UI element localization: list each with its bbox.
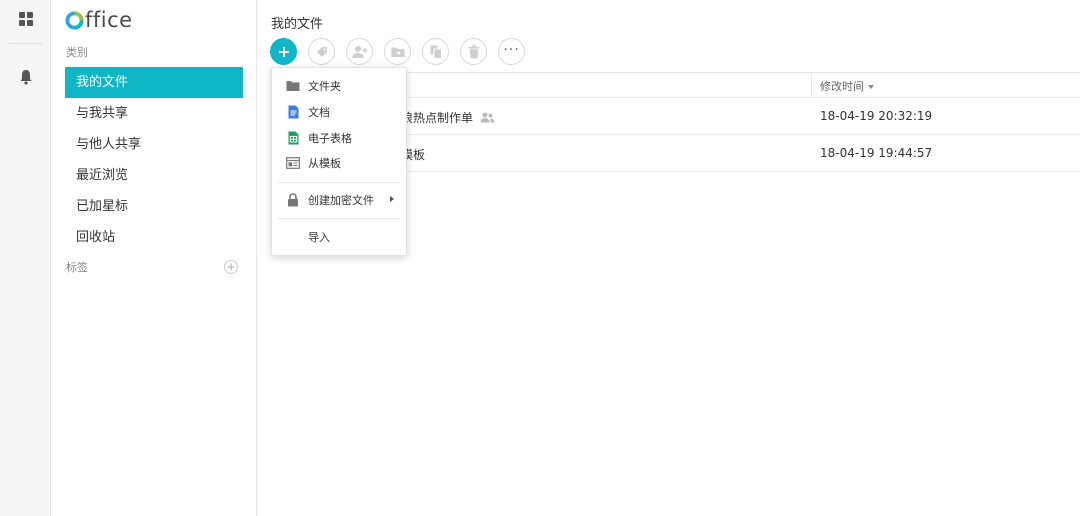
- apps-grid-icon: [18, 12, 33, 26]
- shared-users-icon: [480, 112, 495, 123]
- menu-item-label: 电子表格: [308, 132, 352, 145]
- menu-item-create-encrypted[interactable]: 创建加密文件: [272, 187, 406, 213]
- left-rail: [0, 0, 51, 516]
- more-icon: ···: [503, 41, 520, 58]
- share-user-icon: [352, 45, 367, 58]
- menu-icon-spacer: [286, 230, 300, 244]
- modified-time: 18-04-19 20:32:19: [820, 109, 933, 123]
- tag-button[interactable]: [308, 38, 335, 65]
- submenu-arrow-icon: [390, 196, 394, 202]
- notifications-button[interactable]: [0, 69, 51, 85]
- spreadsheet-icon: [286, 131, 300, 145]
- tags-label: 标签: [66, 261, 88, 274]
- share-button[interactable]: [346, 38, 373, 65]
- copy-button[interactable]: [422, 38, 449, 65]
- more-button[interactable]: ···: [498, 38, 525, 65]
- document-icon: [286, 105, 300, 119]
- office-logo: ffice: [65, 6, 133, 34]
- category-nav: 我的文件 与我共享 与他人共享 最近浏览 已加星标 回收站: [65, 67, 243, 253]
- add-button[interactable]: [270, 38, 297, 65]
- modified-time: 18-04-19 19:44:57: [820, 146, 933, 160]
- category-sidebar: ffice 类别 我的文件 与我共享 与他人共享 最近浏览 已加星标 回收站 标…: [51, 0, 257, 516]
- menu-item-label: 文档: [308, 106, 330, 119]
- tags-section: 标签: [66, 259, 238, 275]
- nav-item-shared-with-others[interactable]: 与他人共享: [65, 129, 243, 160]
- copy-icon: [430, 45, 442, 59]
- sort-caret-icon: [868, 85, 874, 89]
- bell-icon: [20, 70, 31, 85]
- nav-item-shared-with-me[interactable]: 与我共享: [65, 98, 243, 129]
- page-title: 我的文件: [271, 17, 324, 32]
- menu-divider: [278, 182, 400, 183]
- menu-item-spreadsheet[interactable]: 电子表格: [272, 125, 406, 151]
- folder-icon: [286, 79, 300, 93]
- rail-divider: [9, 43, 42, 44]
- toolbar: ···: [270, 38, 536, 66]
- tag-icon: [316, 46, 327, 57]
- menu-item-label: 从模板: [308, 157, 341, 170]
- plus-circle-icon: [227, 263, 235, 271]
- move-button[interactable]: [384, 38, 411, 65]
- menu-item-label: 创建加密文件: [308, 194, 374, 207]
- file-name[interactable]: 浪热点制作单: [401, 109, 473, 126]
- menu-divider: [278, 218, 400, 219]
- app-window: ffice 类别 我的文件 与我共享 与他人共享 最近浏览 已加星标 回收站 标…: [0, 0, 1080, 516]
- apps-grid-button[interactable]: [0, 11, 51, 27]
- menu-item-folder[interactable]: 文件夹: [272, 73, 406, 99]
- category-label: 类别: [66, 46, 88, 59]
- menu-item-label: 导入: [308, 231, 330, 244]
- column-modified-label: 修改时间: [820, 80, 864, 93]
- menu-item-import[interactable]: 导入: [272, 224, 406, 250]
- nav-item-starred[interactable]: 已加星标: [65, 191, 243, 222]
- menu-item-document[interactable]: 文档: [272, 99, 406, 125]
- add-icon: [278, 46, 289, 57]
- add-tag-button[interactable]: [224, 260, 238, 274]
- column-divider[interactable]: [811, 73, 812, 97]
- nav-item-my-files[interactable]: 我的文件: [65, 67, 243, 98]
- lock-icon: [286, 193, 300, 207]
- move-folder-icon: [391, 47, 404, 57]
- nav-item-trash[interactable]: 回收站: [65, 222, 243, 253]
- file-name-cell: 浪热点制作单: [401, 109, 495, 126]
- new-item-menu: 文件夹 文档 电子表格 从模板 创建加密文件 导入: [271, 67, 407, 256]
- template-icon: [286, 156, 300, 170]
- sort-modified-header[interactable]: 修改时间: [820, 78, 874, 94]
- menu-item-label: 文件夹: [308, 80, 341, 93]
- delete-button[interactable]: [460, 38, 487, 65]
- menu-item-from-template[interactable]: 从模板: [272, 150, 406, 176]
- nav-item-recent[interactable]: 最近浏览: [65, 160, 243, 191]
- delete-icon: [468, 44, 479, 58]
- logo-ring-icon: [65, 10, 84, 30]
- logo-text: ffice: [85, 8, 133, 32]
